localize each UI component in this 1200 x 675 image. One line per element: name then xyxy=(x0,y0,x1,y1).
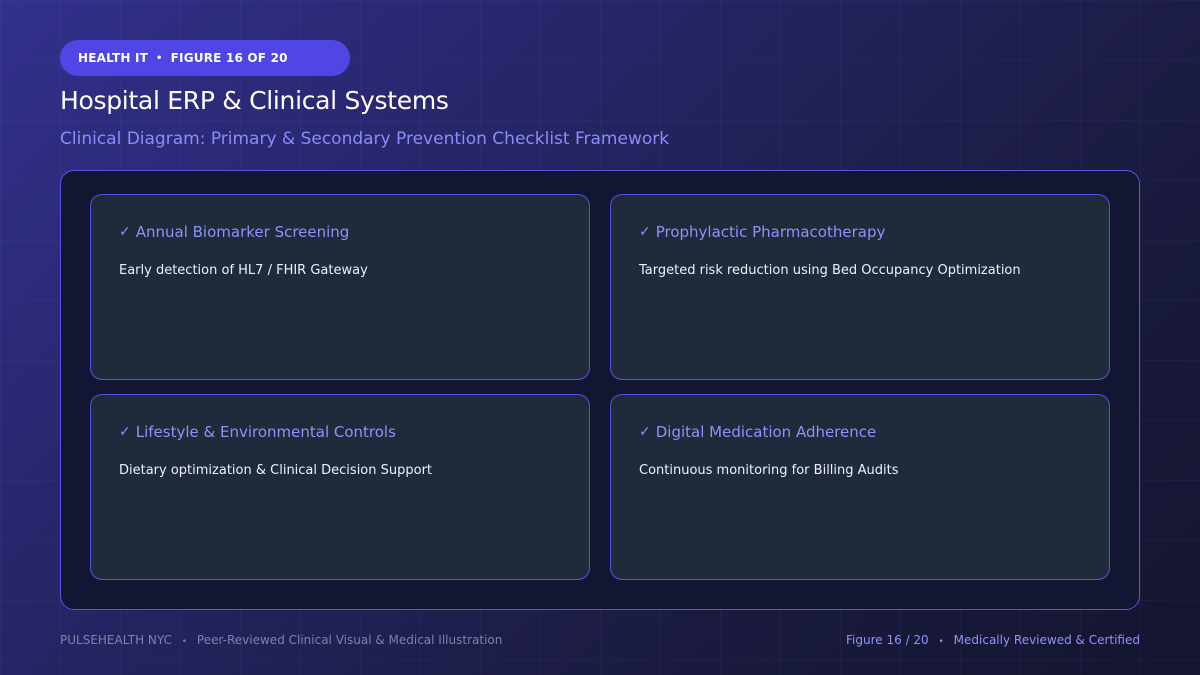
footer-brand: PULSEHEALTH NYC xyxy=(60,633,172,647)
checklist-card-lifestyle-controls: ✓ Lifestyle & Environmental Controls Die… xyxy=(90,394,590,580)
card-description: Targeted risk reduction using Bed Occupa… xyxy=(639,263,1021,278)
check-icon: ✓ xyxy=(119,224,131,240)
footer-figure: Figure 16 / 20 xyxy=(846,633,929,647)
footer-figure-line: Figure 16 / 20 • Medically Reviewed & Ce… xyxy=(846,633,1140,647)
page-subtitle: Clinical Diagram: Primary & Secondary Pr… xyxy=(60,129,670,149)
footer-certification: Medically Reviewed & Certified xyxy=(953,633,1140,647)
card-title-row: ✓ Lifestyle & Environmental Controls xyxy=(119,423,561,441)
card-title: Prophylactic Pharmacotherapy xyxy=(655,223,886,241)
footer-tagline: Peer-Reviewed Clinical Visual & Medical … xyxy=(196,633,503,647)
check-icon: ✓ xyxy=(119,424,131,440)
badge-separator-dot: • xyxy=(156,52,163,64)
page-title: Hospital ERP & Clinical Systems xyxy=(60,86,449,115)
footer-separator-dot: • xyxy=(938,637,944,647)
badge-figure-label: FIGURE 16 OF 20 xyxy=(170,51,288,65)
card-description: Continuous monitoring for Billing Audits xyxy=(639,463,899,478)
card-title: Annual Biomarker Screening xyxy=(135,223,350,241)
check-icon: ✓ xyxy=(639,424,651,440)
checklist-card-medication-adherence: ✓ Digital Medication Adherence Continuou… xyxy=(610,394,1110,580)
checklist-card-biomarker-screening: ✓ Annual Biomarker Screening Early detec… xyxy=(90,194,590,380)
checklist-card-pharmacotherapy: ✓ Prophylactic Pharmacotherapy Targeted … xyxy=(610,194,1110,380)
checklist-panel: ✓ Annual Biomarker Screening Early detec… xyxy=(60,170,1140,610)
card-title: Lifestyle & Environmental Controls xyxy=(135,423,396,441)
card-description: Early detection of HL7 / FHIR Gateway xyxy=(119,263,368,278)
badge-category: HEALTH IT xyxy=(78,51,149,65)
card-title-row: ✓ Annual Biomarker Screening xyxy=(119,223,561,241)
card-title: Digital Medication Adherence xyxy=(655,423,877,441)
figure-badge: HEALTH IT • FIGURE 16 OF 20 xyxy=(60,40,350,76)
card-title-row: ✓ Digital Medication Adherence xyxy=(639,423,1081,441)
footer-separator-dot: • xyxy=(181,637,188,647)
check-icon: ✓ xyxy=(639,224,651,240)
card-description: Dietary optimization & Clinical Decision… xyxy=(119,463,433,478)
footer-brand-line: PULSEHEALTH NYC • Peer-Reviewed Clinical… xyxy=(60,633,502,647)
card-title-row: ✓ Prophylactic Pharmacotherapy xyxy=(639,223,1081,241)
